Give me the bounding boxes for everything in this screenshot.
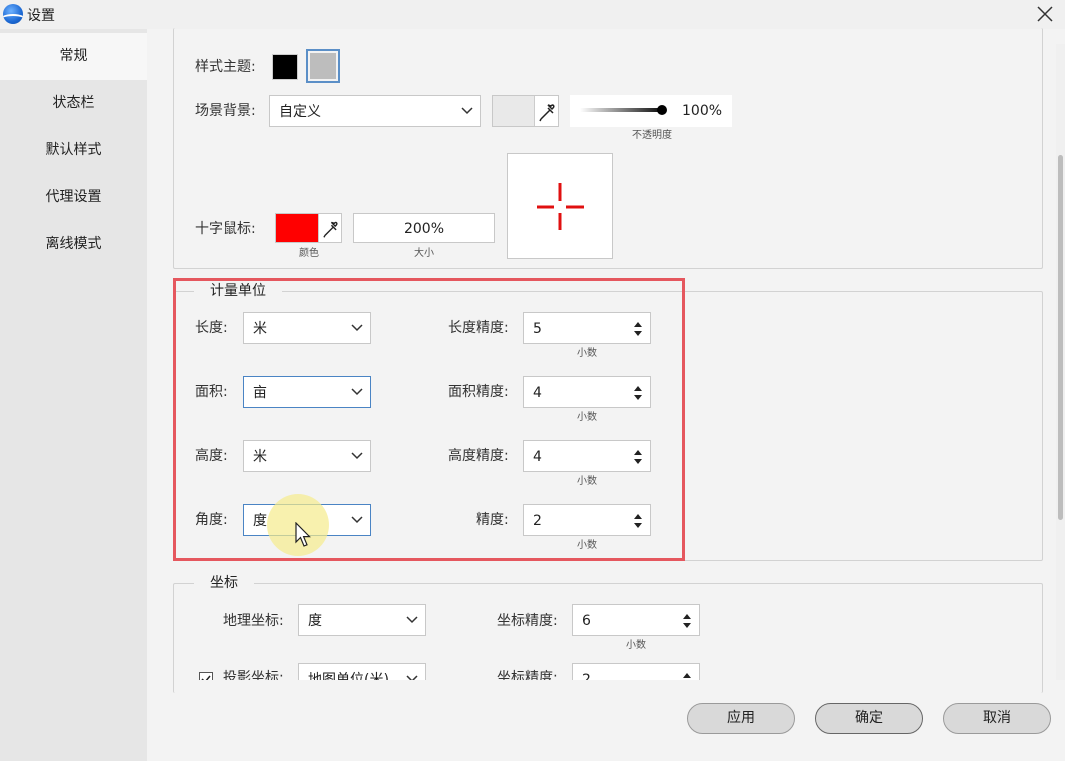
geo-coord-label: 地理坐标:: [223, 613, 284, 629]
sidebar-item-default-style[interactable]: 默认样式: [0, 127, 147, 174]
chevron-down-icon: [351, 516, 363, 524]
angle-precision-value: 2: [533, 513, 542, 529]
title-bar: 设置: [0, 0, 1065, 29]
proj-coord-label: 投影坐标:: [223, 670, 284, 680]
length-precision-value: 5: [533, 321, 542, 337]
background-select[interactable]: 自定义: [269, 95, 481, 127]
app-logo-icon: [3, 4, 23, 24]
close-icon: [1037, 6, 1053, 22]
length-unit-value: 米: [253, 321, 267, 337]
height-precision-label: 高度精度:: [448, 448, 509, 464]
opacity-value: 100%: [682, 103, 723, 119]
proj-precision-value: 2: [582, 672, 591, 680]
height-decimal-caption: 小数: [577, 476, 597, 487]
sidebar-item-statusbar[interactable]: 状态栏: [0, 80, 147, 127]
scrollbar-thumb[interactable]: [1058, 155, 1063, 520]
settings-sidebar: 常规 状态栏 默认样式 代理设置 离线模式: [0, 29, 147, 761]
coords-group-title: 坐标: [194, 575, 254, 591]
cancel-button[interactable]: 取消: [943, 703, 1051, 734]
proj-coord-row: 投影坐标: 地图单位(米) 坐标精度: 2: [173, 660, 1053, 680]
check-icon: [201, 675, 211, 680]
window-title: 设置: [27, 8, 55, 24]
crosshair-size-field[interactable]: 200%: [353, 213, 495, 243]
opacity-control: 100%: [570, 95, 732, 127]
angle-decimal-caption: 小数: [577, 540, 597, 551]
background-color-picker[interactable]: [492, 95, 559, 127]
opacity-slider-thumb[interactable]: [657, 105, 667, 115]
angle-precision-label: 精度:: [476, 512, 509, 528]
crosshair-color-caption: 颜色: [299, 248, 319, 259]
background-select-value: 自定义: [279, 104, 321, 120]
area-decimal-caption: 小数: [577, 412, 597, 423]
sidebar-item-offline[interactable]: 离线模式: [0, 221, 147, 268]
opacity-slider-track[interactable]: [580, 108, 666, 112]
chevron-down-icon: [406, 675, 418, 680]
opacity-caption: 不透明度: [632, 130, 672, 141]
length-precision-spinner[interactable]: 5: [523, 312, 651, 344]
mouse-pointer-icon: [295, 522, 311, 547]
geo-precision-value: 6: [582, 613, 591, 629]
crosshair-label: 十字鼠标:: [195, 221, 256, 237]
geo-coord-value: 度: [308, 613, 322, 629]
chevron-down-icon: [406, 616, 418, 624]
spinner-arrows-icon[interactable]: [632, 383, 644, 403]
sidebar-item-general[interactable]: 常规: [0, 33, 147, 80]
theme-label: 样式主题:: [195, 59, 256, 75]
eyedropper-button[interactable]: [534, 96, 558, 126]
height-unit-value: 米: [253, 449, 267, 465]
proj-precision-spinner[interactable]: 2: [572, 663, 700, 680]
geo-precision-spinner[interactable]: 6: [572, 604, 700, 636]
crosshair-size-value: 200%: [403, 221, 445, 237]
ok-button[interactable]: 确定: [815, 703, 923, 734]
angle-unit-value: 度: [253, 513, 267, 529]
chevron-down-icon: [351, 324, 363, 332]
length-precision-label: 长度精度:: [448, 320, 509, 336]
apply-button[interactable]: 应用: [687, 703, 795, 734]
eyedropper-icon: [323, 221, 338, 238]
spinner-arrows-icon[interactable]: [632, 319, 644, 339]
area-unit-select[interactable]: 亩: [243, 376, 371, 408]
theme-swatch-light-fill: [310, 53, 336, 79]
chevron-down-icon: [461, 107, 473, 115]
proj-precision-label: 坐标精度:: [497, 670, 558, 680]
spinner-arrows-icon[interactable]: [632, 447, 644, 467]
sidebar-item-proxy[interactable]: 代理设置: [0, 174, 147, 221]
length-label: 长度:: [195, 320, 228, 336]
angle-precision-spinner[interactable]: 2: [523, 504, 651, 536]
crosshair-preview: [507, 153, 613, 259]
chevron-down-icon: [351, 452, 363, 460]
area-precision-spinner[interactable]: 4: [523, 376, 651, 408]
theme-swatch-light[interactable]: [306, 49, 340, 83]
area-precision-label: 面积精度:: [448, 384, 509, 400]
spinner-arrows-icon[interactable]: [681, 611, 693, 631]
area-label: 面积:: [195, 384, 228, 400]
close-button[interactable]: [1033, 2, 1057, 26]
area-unit-value: 亩: [253, 385, 267, 401]
height-label: 高度:: [195, 448, 228, 464]
chevron-down-icon: [351, 388, 363, 396]
geo-precision-label: 坐标精度:: [497, 613, 558, 629]
proj-coord-checkbox[interactable]: [199, 672, 213, 680]
theme-swatch-dark[interactable]: [272, 54, 298, 80]
length-unit-select[interactable]: 米: [243, 312, 371, 344]
proj-coord-select[interactable]: 地图单位(米): [298, 663, 426, 680]
eyedropper-icon: [539, 104, 555, 122]
spinner-arrows-icon[interactable]: [632, 511, 644, 531]
height-unit-select[interactable]: 米: [243, 440, 371, 472]
crosshair-icon: [537, 183, 584, 230]
angle-label: 角度:: [195, 512, 228, 528]
area-precision-value: 4: [533, 385, 542, 401]
crosshair-color-picker[interactable]: [275, 213, 342, 243]
proj-coord-value: 地图单位(米): [308, 672, 389, 680]
units-group-title: 计量单位: [194, 283, 282, 299]
length-decimal-caption: 小数: [577, 348, 597, 359]
background-label: 场景背景:: [195, 103, 256, 119]
geo-decimal-caption: 小数: [626, 640, 646, 651]
height-precision-value: 4: [533, 449, 542, 465]
crosshair-eyedropper-button[interactable]: [318, 214, 341, 242]
spinner-arrows-icon[interactable]: [681, 670, 693, 680]
height-precision-spinner[interactable]: 4: [523, 440, 651, 472]
crosshair-size-caption: 大小: [414, 248, 434, 259]
geo-coord-select[interactable]: 度: [298, 604, 426, 636]
